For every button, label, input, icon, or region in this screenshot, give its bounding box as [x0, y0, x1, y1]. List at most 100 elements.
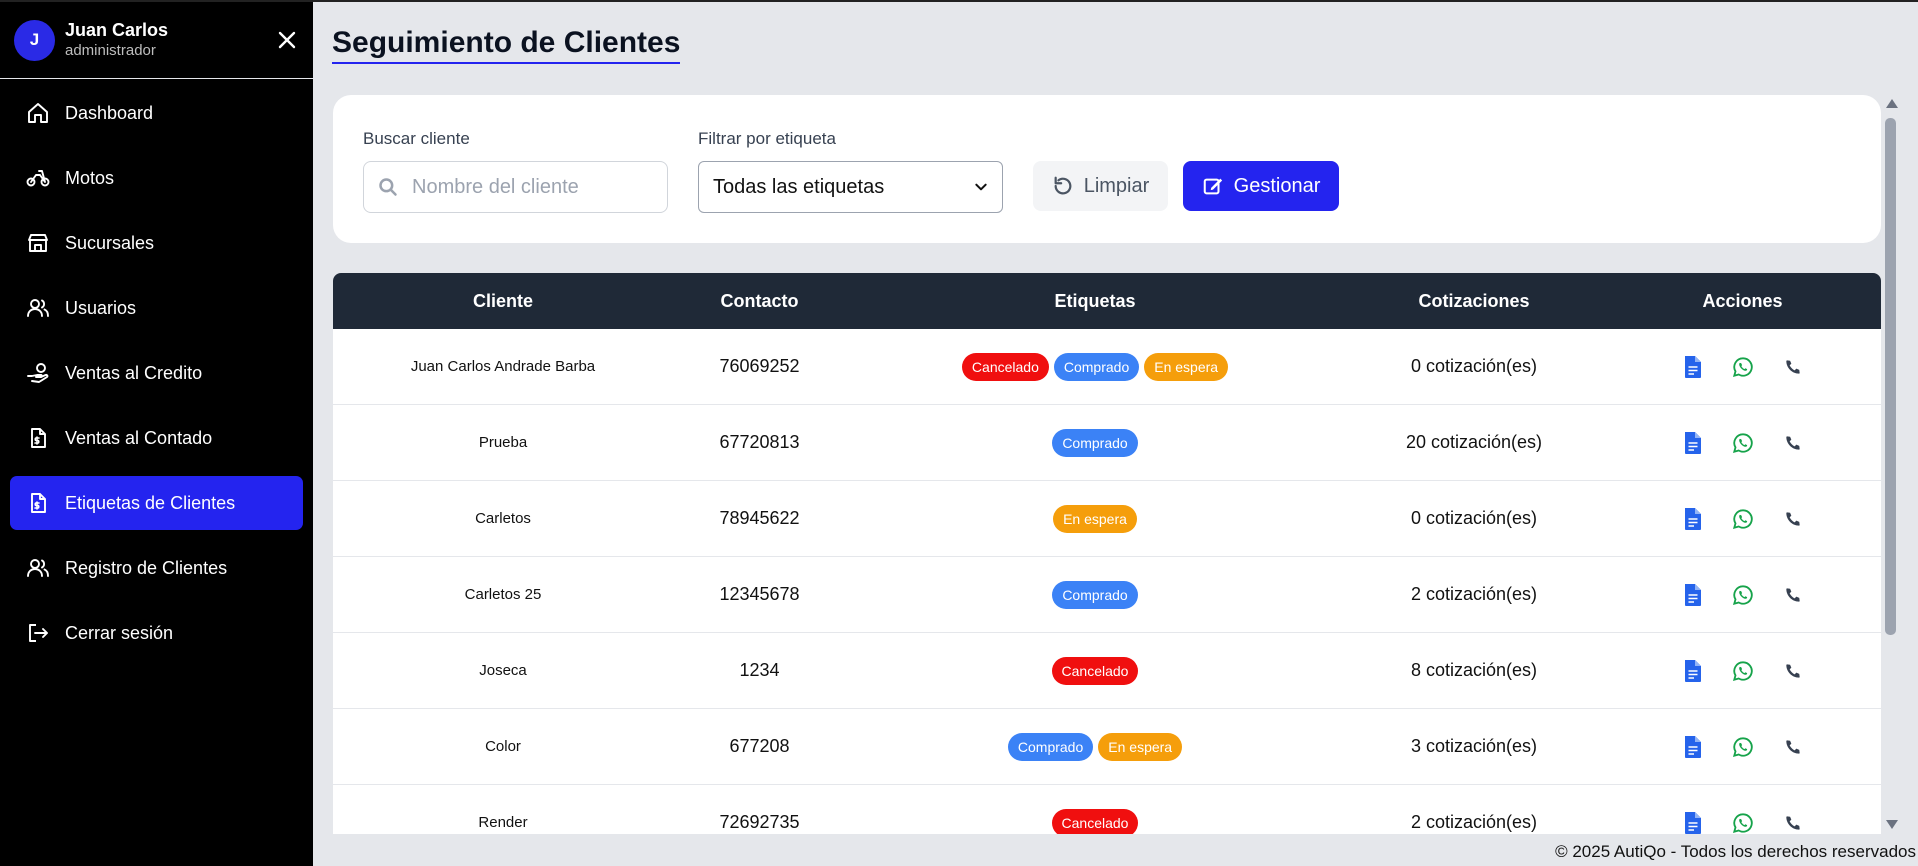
clear-button-label: Limpiar: [1083, 174, 1150, 197]
row-actions: [1604, 431, 1881, 455]
status-badge: En espera: [1053, 504, 1137, 533]
client-contact: 677208: [729, 736, 790, 756]
client-name: Juan Carlos Andrade Barba: [410, 358, 596, 375]
document-icon[interactable]: [1681, 811, 1705, 835]
client-contact: 78945622: [719, 508, 800, 528]
page-title: Seguimiento de Clientes: [332, 26, 681, 64]
row-actions: [1604, 659, 1881, 683]
client-quotes: 8 cotización(es): [1410, 660, 1538, 680]
column-header-contact[interactable]: Contacto: [673, 291, 846, 312]
clients-table: Cliente Contacto Etiquetas Cotizaciones …: [333, 273, 1881, 834]
tag-filter-label: Filtrar por etiqueta: [698, 129, 836, 148]
clear-button[interactable]: Limpiar: [1033, 161, 1168, 211]
status-badge: Cancelado: [961, 352, 1049, 381]
scroll-up-arrow[interactable]: [1886, 99, 1898, 108]
bike-icon: [25, 165, 51, 191]
client-tags: Comprado: [846, 428, 1344, 457]
status-badge: Comprado: [1052, 580, 1138, 609]
row-actions: [1604, 811, 1881, 835]
client-name: Color: [485, 738, 521, 755]
whatsapp-icon[interactable]: [1731, 431, 1755, 455]
search-input[interactable]: [412, 175, 652, 199]
table-row[interactable]: Joseca 1234 Cancelado 8 cotización(es): [333, 633, 1881, 709]
sidebar-item-dashboard[interactable]: Dashboard: [10, 86, 303, 140]
user-info: Juan Carlos administrador: [65, 19, 168, 61]
sidebar-item-cerrar-sesion[interactable]: Cerrar sesión: [10, 606, 303, 660]
table-header: Cliente Contacto Etiquetas Cotizaciones …: [333, 273, 1881, 329]
search-field[interactable]: [363, 161, 668, 213]
sidebar-item-label: Ventas al Contado: [65, 427, 213, 448]
sidebar-item-ventas-al-contado[interactable]: Ventas al Contado: [10, 411, 303, 465]
phone-icon[interactable]: [1781, 735, 1805, 759]
whatsapp-icon[interactable]: [1731, 507, 1755, 531]
document-icon[interactable]: [1681, 355, 1705, 379]
scrollbar-thumb[interactable]: [1885, 118, 1896, 635]
document-icon[interactable]: [1681, 659, 1705, 683]
client-tags: Comprado: [846, 580, 1344, 609]
row-actions: [1604, 735, 1881, 759]
close-sidebar-button[interactable]: [275, 28, 299, 52]
status-badge: Comprado: [1007, 732, 1094, 761]
manage-button[interactable]: Gestionar: [1183, 161, 1339, 211]
row-actions: [1604, 583, 1881, 607]
client-quotes: 2 cotización(es): [1410, 584, 1538, 604]
tag-filter-select[interactable]: Todas las etiquetas: [698, 161, 1003, 213]
column-header-actions: Acciones: [1702, 290, 1783, 311]
manage-button-label: Gestionar: [1233, 174, 1321, 197]
client-name: Render: [478, 814, 528, 831]
whatsapp-icon[interactable]: [1731, 355, 1755, 379]
phone-icon[interactable]: [1781, 355, 1805, 379]
phone-icon[interactable]: [1781, 811, 1805, 835]
table-row[interactable]: Color 677208 Comprado En espera 3 cotización…: [333, 709, 1881, 785]
phone-icon[interactable]: [1781, 507, 1805, 531]
document-icon[interactable]: [1681, 583, 1705, 607]
sidebar-item-label: Usuarios: [65, 297, 137, 318]
table-row[interactable]: Carletos 25 12345678 Comprado 2 cotización(…: [333, 557, 1881, 633]
status-badge: Cancelado: [1051, 656, 1139, 685]
document-icon[interactable]: [1681, 735, 1705, 759]
sidebar-item-sucursales[interactable]: Sucursales: [10, 216, 303, 270]
table-row[interactable]: Juan Carlos Andrade Barba 76069252 Cancela…: [333, 329, 1881, 405]
phone-icon[interactable]: [1781, 659, 1805, 683]
close-icon: [278, 31, 296, 49]
filter-card: Buscar cliente Filtrar por etiqueta Toda…: [333, 95, 1881, 243]
client-contact: 12345678: [719, 584, 800, 604]
column-header-quotes[interactable]: Cotizaciones: [1344, 291, 1604, 312]
chevron-down-icon: [975, 183, 987, 191]
reset-icon: [1054, 176, 1072, 195]
client-name: Carletos: [475, 510, 531, 527]
phone-icon[interactable]: [1781, 583, 1805, 607]
client-contact: 1234: [739, 660, 780, 680]
hand-coins-icon: [25, 360, 51, 386]
phone-icon[interactable]: [1781, 431, 1805, 455]
document-icon[interactable]: [1681, 507, 1705, 531]
whatsapp-icon[interactable]: [1731, 583, 1755, 607]
sidebar-item-ventas-al-credito[interactable]: Ventas al Credito: [10, 346, 303, 400]
user-header: J Juan Carlos administrador: [0, 2, 313, 79]
sidebar-item-usuarios[interactable]: Usuarios: [10, 281, 303, 335]
sidebar-item-registro-de-clientes[interactable]: Registro de Clientes: [10, 541, 303, 595]
table-row[interactable]: Render 72692735 Cancelado 2 cotización(es): [333, 785, 1881, 834]
scroll-down-arrow[interactable]: [1886, 820, 1898, 829]
sidebar: J Juan Carlos administrador Dashboard Mot…: [0, 2, 313, 866]
edit-icon: [1203, 178, 1222, 195]
table-row[interactable]: Carletos 78945622 En espera 0 cotización(es…: [333, 481, 1881, 557]
status-badge: Comprado: [1052, 428, 1138, 457]
table-row[interactable]: Prueba 67720813 Comprado 20 cotización(es): [333, 405, 1881, 481]
file-dollar-icon: [25, 425, 51, 451]
user-name: Juan Carlos: [65, 20, 169, 40]
sidebar-item-motos[interactable]: Motos: [10, 151, 303, 205]
client-tags: En espera: [846, 504, 1344, 533]
client-tags: Comprado En espera: [846, 732, 1344, 761]
whatsapp-icon[interactable]: [1731, 659, 1755, 683]
client-contact: 67720813: [719, 432, 800, 452]
column-header-tags[interactable]: Etiquetas: [846, 291, 1344, 312]
document-icon[interactable]: [1681, 431, 1705, 455]
column-header-client[interactable]: Cliente: [333, 291, 673, 312]
home-icon: [25, 100, 51, 126]
whatsapp-icon[interactable]: [1731, 735, 1755, 759]
client-contact: 76069252: [719, 356, 800, 376]
row-actions: [1604, 355, 1881, 379]
whatsapp-icon[interactable]: [1731, 811, 1755, 835]
sidebar-item-etiquetas-de-clientes[interactable]: Etiquetas de Clientes: [10, 476, 303, 530]
